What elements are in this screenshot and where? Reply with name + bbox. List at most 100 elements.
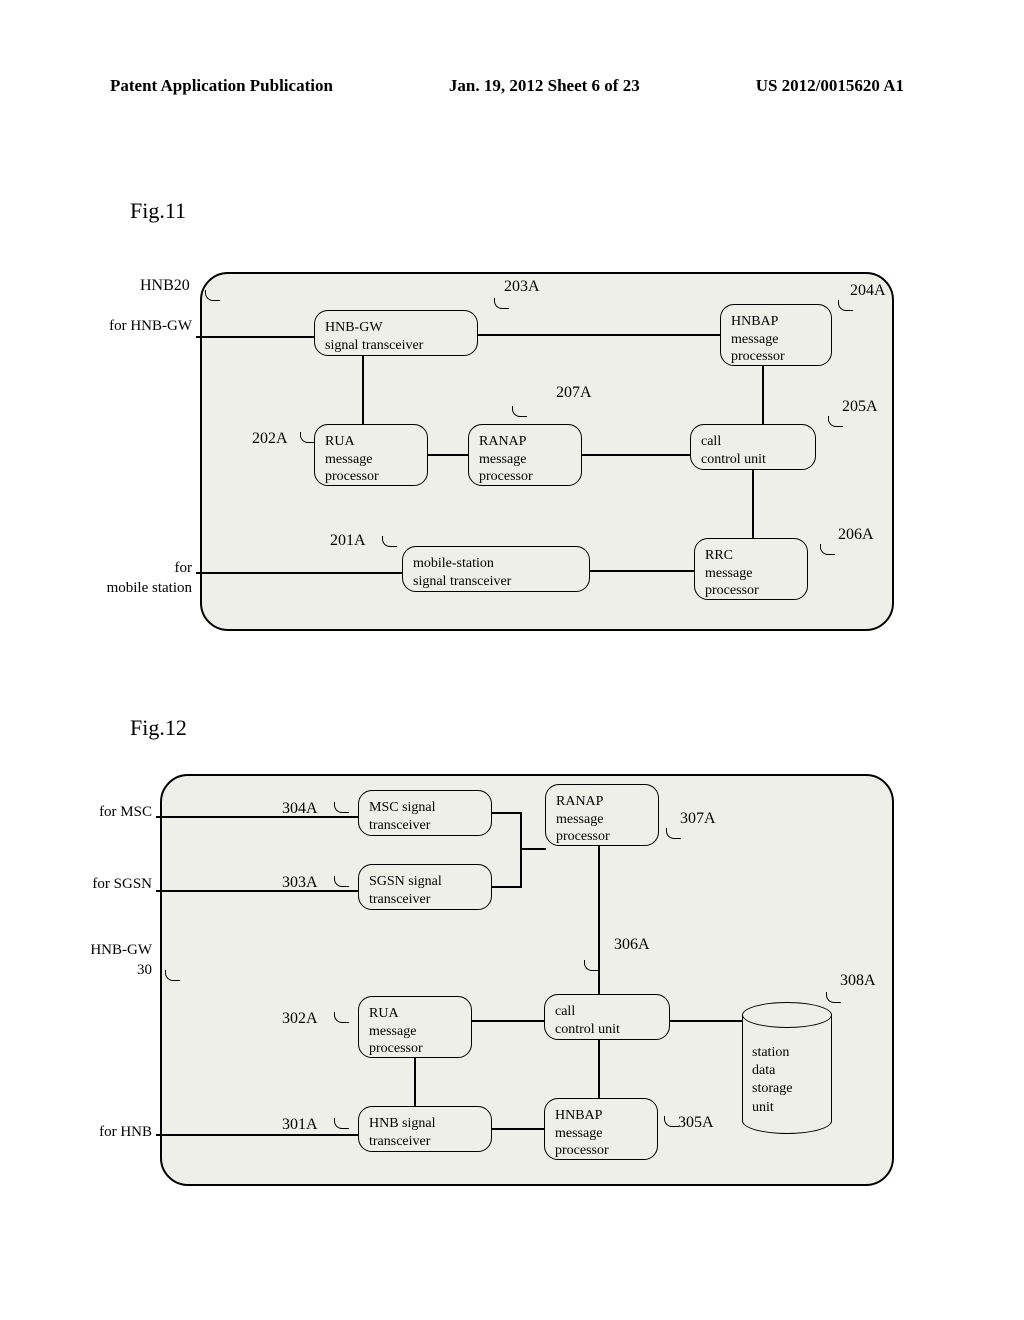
- connector-line: [590, 570, 694, 572]
- ref-308a: 308A: [840, 972, 876, 990]
- block-line: message: [705, 565, 797, 583]
- block-line: message: [556, 811, 648, 829]
- connector-line: [196, 572, 402, 574]
- ext-label-hnbgw: for HNB-GW: [82, 318, 192, 335]
- leader-tick-icon: [165, 970, 183, 984]
- ref-204a: 204A: [850, 282, 886, 300]
- block-rua-processor: RUA message processor: [358, 996, 472, 1058]
- ref-301a: 301A: [282, 1116, 318, 1134]
- block-line: message: [325, 451, 417, 469]
- block-line: RANAP: [556, 793, 648, 811]
- block-line: message: [479, 451, 571, 469]
- block-hnb-transceiver: HNB signal transceiver: [358, 1106, 492, 1152]
- ext-label-mobile-line1: for: [82, 560, 192, 577]
- block-line: processor: [731, 348, 821, 366]
- figure-12-label: Fig.12: [130, 715, 187, 741]
- block-line: unit: [752, 1099, 792, 1117]
- block-line: call: [555, 1003, 659, 1021]
- ext-label-mobile-line2: mobile station: [82, 580, 192, 597]
- leader-tick-icon: [382, 536, 400, 550]
- ref-205a: 205A: [842, 398, 878, 416]
- block-line: MSC signal: [369, 799, 481, 817]
- figure-11-panel: HNB20 for HNB-GW for mobile station HNB-…: [200, 272, 894, 631]
- leader-tick-icon: [300, 432, 318, 446]
- leader-tick-icon: [205, 290, 223, 304]
- block-line: HNBAP: [731, 313, 821, 331]
- page-header: Patent Application Publication Jan. 19, …: [110, 76, 904, 96]
- block-rua-processor: RUA message processor: [314, 424, 428, 486]
- ext-label-hnbgw-line1: HNB-GW: [72, 942, 152, 959]
- ref-201a: 201A: [330, 532, 366, 550]
- block-line: processor: [555, 1142, 647, 1160]
- leader-tick-icon: [334, 876, 352, 890]
- block-call-control: call control unit: [544, 994, 670, 1040]
- connector-line: [670, 1020, 742, 1022]
- header-right: US 2012/0015620 A1: [756, 76, 904, 96]
- ext-label-hnbgw-line2: 30: [112, 962, 152, 979]
- connector-line: [472, 1020, 544, 1022]
- connector-line: [582, 454, 690, 456]
- block-line: data: [752, 1062, 792, 1080]
- ref-304a: 304A: [282, 800, 318, 818]
- leader-tick-icon: [334, 1118, 352, 1132]
- block-ranap-processor: RANAP message processor: [545, 784, 659, 846]
- block-line: storage: [752, 1080, 792, 1098]
- ref-303a: 303A: [282, 874, 318, 892]
- connector-line: [492, 812, 522, 814]
- block-line: transceiver: [369, 1133, 481, 1151]
- connector-line: [156, 1134, 358, 1136]
- header-center: Jan. 19, 2012 Sheet 6 of 23: [449, 76, 640, 96]
- block-ranap-processor: RANAP message processor: [468, 424, 582, 486]
- leader-tick-icon: [826, 992, 844, 1006]
- block-line: RUA: [369, 1005, 461, 1023]
- leader-tick-icon: [828, 416, 846, 430]
- connector-line: [492, 886, 522, 888]
- connector-line: [156, 816, 358, 818]
- ref-302a: 302A: [282, 1010, 318, 1028]
- block-line: RANAP: [479, 433, 571, 451]
- block-msc-transceiver: MSC signal transceiver: [358, 790, 492, 836]
- cylinder-text: station data storage unit: [752, 1044, 792, 1117]
- block-line: HNB-GW: [325, 319, 467, 337]
- device-label-hnb20: HNB20: [140, 277, 190, 295]
- block-rrc-processor: RRC message processor: [694, 538, 808, 600]
- ext-label-hnb: for HNB: [72, 1124, 152, 1141]
- leader-tick-icon: [820, 544, 838, 558]
- header-left: Patent Application Publication: [110, 76, 333, 96]
- ref-203a: 203A: [504, 278, 540, 296]
- block-station-data-storage: station data storage unit: [742, 1002, 832, 1132]
- block-line: RUA: [325, 433, 417, 451]
- connector-line: [598, 846, 600, 994]
- block-line: HNBAP: [555, 1107, 647, 1125]
- figure-12-panel: for MSC for SGSN HNB-GW 30 for HNB MSC s…: [160, 774, 894, 1186]
- block-call-control: call control unit: [690, 424, 816, 470]
- block-line: message: [369, 1023, 461, 1041]
- block-line: processor: [369, 1040, 461, 1058]
- connector-line: [478, 334, 720, 336]
- connector-line: [598, 1040, 600, 1098]
- leader-tick-icon: [666, 828, 684, 842]
- block-hnbap-processor: HNBAP message processor: [544, 1098, 658, 1160]
- leader-tick-icon: [664, 1116, 682, 1130]
- block-line: processor: [705, 582, 797, 600]
- block-line: station: [752, 1044, 792, 1062]
- leader-tick-icon: [334, 1012, 352, 1026]
- block-line: signal transceiver: [325, 337, 467, 355]
- block-hnbgw-signal-transceiver: HNB-GW signal transceiver: [314, 310, 478, 356]
- cylinder-top-icon: [742, 1002, 832, 1028]
- ref-306a: 306A: [614, 936, 650, 954]
- block-line: transceiver: [369, 817, 481, 835]
- connector-line: [196, 336, 314, 338]
- ref-206a: 206A: [838, 526, 874, 544]
- block-mobile-station-transceiver: mobile-station signal transceiver: [402, 546, 590, 592]
- ref-207a: 207A: [556, 384, 592, 402]
- leader-tick-icon: [494, 298, 512, 312]
- block-line: transceiver: [369, 891, 481, 909]
- connector-line: [520, 812, 522, 888]
- ref-202a: 202A: [252, 430, 288, 448]
- connector-line: [428, 454, 468, 456]
- block-line: control unit: [701, 451, 805, 469]
- ref-305a: 305A: [678, 1114, 714, 1132]
- connector-line: [492, 1128, 544, 1130]
- block-line: processor: [556, 828, 648, 846]
